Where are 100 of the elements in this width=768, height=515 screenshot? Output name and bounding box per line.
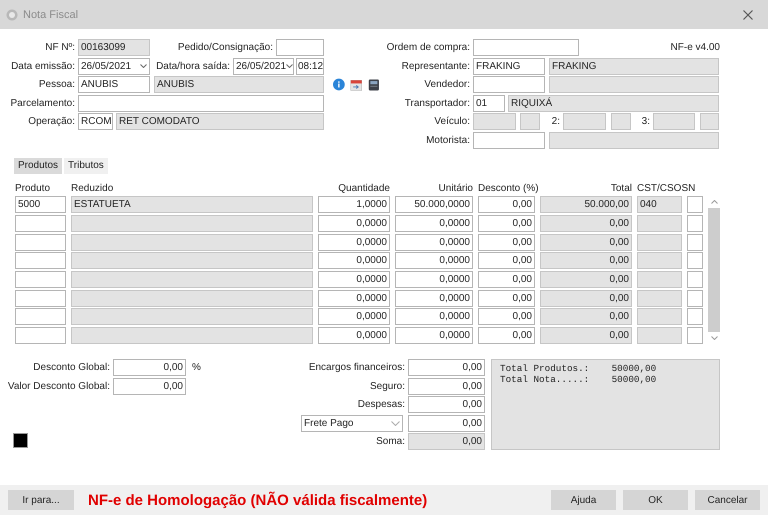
small-field[interactable] — [687, 214, 703, 232]
small-field[interactable] — [687, 271, 703, 288]
chevron-icon — [286, 64, 293, 68]
text-field[interactable]: 0,00 — [113, 359, 186, 376]
column-header: Total — [610, 182, 632, 195]
info-icon[interactable] — [333, 77, 345, 92]
field-label: Despesas: — [356, 399, 406, 410]
text-field[interactable] — [473, 132, 545, 149]
text-field[interactable]: ANUBIS — [78, 76, 150, 94]
small-field[interactable] — [687, 308, 703, 326]
text-field[interactable]: 0,0000 — [318, 308, 390, 326]
goto-button[interactable]: Ir para... — [8, 490, 74, 510]
readonly-field — [700, 113, 719, 130]
text-field[interactable] — [473, 39, 579, 56]
color-swatch[interactable] — [13, 432, 28, 448]
dropdown[interactable]: Frete Pago — [301, 414, 403, 432]
small-field[interactable] — [687, 252, 703, 270]
text-field[interactable]: 50.000,0000 — [395, 196, 473, 214]
readonly-field: ESTATUETA — [71, 196, 313, 214]
caret-up-icon[interactable] — [710, 200, 718, 204]
text-field[interactable]: 0,0000 — [395, 327, 473, 344]
field-label: Seguro: — [368, 380, 406, 392]
field-label: Data emissão: — [10, 60, 76, 72]
text-field[interactable]: 0,00 — [478, 290, 535, 307]
text-field[interactable]: 0,00 — [478, 327, 535, 344]
close-icon[interactable] — [743, 10, 753, 20]
text-field[interactable]: 01 — [473, 94, 505, 112]
text-field[interactable]: 0,00 — [478, 196, 535, 214]
text-field[interactable]: 0,00 — [408, 378, 485, 395]
dialog-button[interactable]: OK — [623, 490, 688, 510]
date-picker[interactable]: 26/05/2021 — [78, 58, 150, 75]
text-field[interactable]: 0,00 — [478, 214, 535, 232]
time-field[interactable]: 08:12 — [296, 58, 324, 75]
readonly-field: RIQUIXÁ — [508, 94, 719, 112]
tab[interactable]: Produtos — [14, 158, 62, 174]
field-label: 3: — [640, 116, 651, 128]
field-label: Vendedor: — [423, 79, 471, 90]
text-field[interactable]: 0,0000 — [318, 214, 390, 232]
text-field[interactable]: 0,00 — [478, 234, 535, 251]
date-picker[interactable]: 26/05/2021 — [233, 58, 294, 75]
text-field[interactable]: 0,0000 — [395, 290, 473, 307]
text-field[interactable]: 5000 — [15, 196, 66, 214]
text-field[interactable]: 0,0000 — [318, 234, 390, 251]
readonly-field: 0,00 — [540, 252, 632, 270]
field-label: Motorista: — [425, 134, 471, 146]
totals-line: Total Nota.....: 50000,00 — [500, 374, 658, 386]
field-label: 2: — [550, 116, 561, 128]
column-header: Quantidade — [337, 182, 390, 195]
text-field[interactable]: 0,0000 — [395, 252, 473, 270]
text-field[interactable]: 0,0000 — [395, 271, 473, 288]
readonly-field — [637, 308, 682, 326]
field-label: Veículo: — [433, 116, 471, 128]
column-header: Produto — [15, 182, 52, 195]
readonly-field: 50.000,00 — [540, 196, 632, 214]
text-field[interactable]: 0,00 — [408, 396, 485, 414]
text-field[interactable] — [15, 290, 66, 307]
text-field[interactable]: 0,00 — [478, 271, 535, 288]
text-field[interactable]: 0,0000 — [318, 252, 390, 270]
text-field[interactable] — [473, 76, 545, 94]
text-field[interactable] — [78, 94, 324, 112]
text-field[interactable] — [15, 214, 66, 232]
text-field[interactable]: 0,0000 — [395, 234, 473, 251]
text-field[interactable] — [276, 39, 324, 56]
text-field[interactable] — [15, 327, 66, 344]
text-field[interactable] — [15, 234, 66, 251]
tab[interactable]: Tributos — [64, 158, 108, 174]
readonly-field: 0,00 — [540, 214, 632, 232]
small-field[interactable] — [687, 327, 703, 344]
version-label: NF-e v4.00 — [670, 42, 720, 53]
text-field[interactable] — [15, 308, 66, 326]
field-label: Ordem de compra: — [386, 42, 471, 53]
text-field[interactable]: 0,00 — [113, 378, 186, 395]
text-field[interactable]: 0,00 — [478, 308, 535, 326]
text-field[interactable]: FRAKING — [473, 58, 545, 75]
small-field[interactable] — [687, 290, 703, 307]
text-field[interactable]: 1,0000 — [318, 196, 390, 214]
caret-down-icon[interactable] — [710, 336, 718, 340]
text-field[interactable]: 0,0000 — [318, 290, 390, 307]
monitor-icon[interactable] — [368, 76, 380, 93]
text-field[interactable]: 0,00 — [408, 414, 485, 432]
readonly-field: 0,00 — [540, 271, 632, 288]
text-field[interactable]: 0,0000 — [318, 271, 390, 288]
small-field[interactable] — [687, 234, 703, 251]
text-field[interactable] — [15, 271, 66, 288]
column-header: CST/CSOSN — [637, 182, 696, 195]
text-field[interactable]: 0,0000 — [395, 214, 473, 232]
text-field[interactable]: 0,00 — [408, 359, 485, 376]
text-field[interactable] — [15, 252, 66, 270]
dialog-button[interactable]: Ajuda — [551, 490, 616, 510]
unit-label: % — [192, 362, 201, 374]
text-field[interactable]: 0,00 — [478, 252, 535, 270]
window-title: Nota Fiscal — [23, 8, 78, 20]
scrollbar-thumb[interactable] — [708, 208, 720, 332]
text-field[interactable]: 0,0000 — [318, 327, 390, 344]
small-field[interactable] — [687, 196, 703, 214]
app-icon — [6, 8, 18, 20]
dialog-button[interactable]: Cancelar — [695, 490, 760, 510]
text-field[interactable]: 0,0000 — [395, 308, 473, 326]
text-field[interactable]: RCOM — [78, 113, 113, 130]
readonly-field — [637, 327, 682, 344]
